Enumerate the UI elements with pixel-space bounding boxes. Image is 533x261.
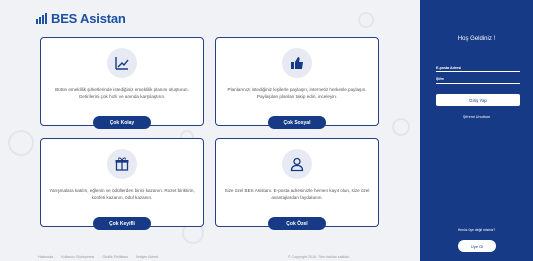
brand-logo[interactable]: BES Asistan (36, 11, 126, 26)
feature-card-fun: Yarışmalara katılın, eğlenin ve ödüllerd… (40, 138, 204, 230)
social-button[interactable]: Çok Sosyal (268, 116, 326, 129)
footer-link[interactable]: Gizlilik Politikası (102, 255, 128, 259)
card-description: Planlarınızı istediğiniz kişilerle payla… (227, 87, 367, 99)
logo-bars-icon (36, 13, 47, 24)
card-description: Yarışmalara katılın, eğlenin ve ödüllerd… (49, 188, 195, 200)
background-doodle (392, 118, 410, 136)
welcome-title: Hoş Geldiniz ! (457, 36, 496, 42)
special-button[interactable]: Çok Özel (268, 217, 326, 230)
brand-name: BES Asistan (51, 11, 126, 26)
fun-button[interactable]: Çok Keyifli (93, 217, 151, 230)
feature-card-special: Size özel BES Asistanı. E-posta adresini… (215, 138, 379, 230)
user-icon (282, 149, 312, 179)
email-field[interactable] (436, 71, 520, 72)
background-doodle (8, 130, 34, 156)
thumbs-up-icon (282, 48, 312, 78)
gift-icon (107, 149, 137, 179)
email-label: E-posta Adresi (436, 66, 462, 70)
feature-card-social: Planlarınızı istediğiniz kişilerle payla… (215, 37, 379, 129)
footer-link[interactable]: Kullanıcı Sözleşmesi (61, 255, 94, 259)
signup-button[interactable]: Üye Ol (458, 240, 496, 252)
password-label: Şifre (436, 77, 444, 81)
login-button[interactable]: Giriş Yap (436, 94, 520, 106)
chart-up-icon (107, 48, 137, 78)
footer-link[interactable]: İletişim Adresi (136, 255, 158, 259)
footer-links: Hakkında Kullanıcı Sözleşmesi Gizlilik P… (38, 255, 158, 259)
login-panel: Hoş Geldiniz ! E-posta Adresi Şifre Giri… (420, 0, 533, 261)
card-description: Size özel BES Asistanı. E-posta adresini… (224, 188, 370, 200)
feature-card-easy: Bütün emeklilik şirketlerinde istediğini… (40, 37, 204, 129)
card-description: Bütün emeklilik şirketlerinde istediğini… (55, 87, 189, 99)
footer-link[interactable]: Hakkında (38, 255, 53, 259)
no-member-text: Henüz üye değil misiniz? (457, 228, 496, 232)
password-field[interactable] (436, 83, 520, 84)
forgot-password-link[interactable]: Şifremi Unuttum (420, 115, 533, 119)
background-doodle (358, 12, 374, 28)
easy-button[interactable]: Çok Kolay (93, 116, 151, 129)
copyright: © Copyright 2018. Tüm hakları saklıdır. (288, 255, 351, 259)
